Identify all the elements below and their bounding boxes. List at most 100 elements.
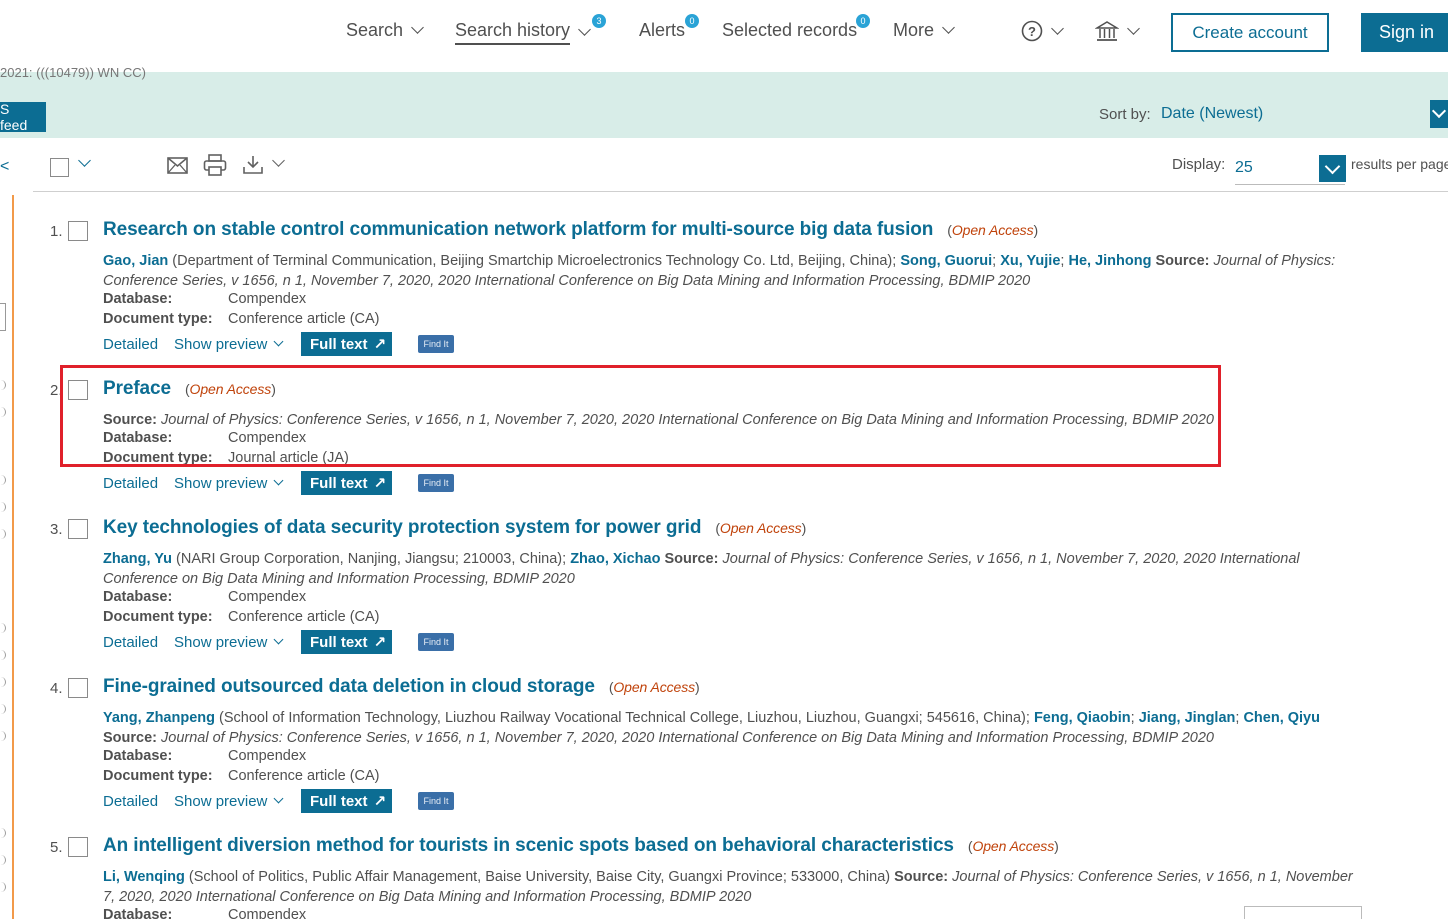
external-link-icon: ↗ [373, 336, 387, 353]
result-actions: Detailed Show preview Full text ↗ Find It [103, 471, 454, 495]
author-link[interactable]: Chen, Qiyu [1243, 710, 1320, 726]
author-link[interactable]: Zhao, Xichao [570, 551, 660, 567]
result-number: 5. [50, 839, 63, 856]
result-title-link[interactable]: Fine-grained outsourced data deletion in… [103, 676, 595, 697]
result-title-row: Key technologies of data security protec… [103, 517, 806, 539]
result-title-link[interactable]: Research on stable control communication… [103, 219, 933, 240]
result-authors-source: Yang, Zhanpeng (School of Information Te… [103, 708, 1373, 748]
show-preview-link[interactable]: Show preview [174, 475, 301, 492]
full-text-button[interactable]: Full text ↗ [301, 630, 392, 654]
select-all-checkbox[interactable] [50, 158, 69, 177]
open-access-label: (Open Access) [967, 838, 1059, 854]
show-preview-link[interactable]: Show preview [174, 336, 301, 353]
result-checkbox[interactable] [68, 837, 88, 857]
database-row: Database: Compendex [103, 907, 306, 919]
sign-in-button[interactable]: Sign in [1361, 13, 1448, 52]
source-label: Source: [894, 869, 949, 885]
find-it-button[interactable]: Find It [418, 335, 454, 353]
author-link[interactable]: Li, Wenqing [103, 869, 185, 885]
detailed-link[interactable]: Detailed [103, 336, 174, 353]
author-link[interactable]: He, Jinhong [1068, 253, 1151, 269]
show-preview-text: Show preview [174, 792, 268, 810]
detailed-link[interactable]: Detailed [103, 475, 174, 492]
floating-panel-edge[interactable] [1244, 906, 1362, 919]
full-text-label: Full text [310, 633, 368, 651]
find-it-button[interactable]: Find It [418, 792, 454, 810]
nav-alerts[interactable]: Alerts 0 [639, 14, 699, 41]
result-number: 1. [50, 223, 63, 240]
open-access-text: Open Access [951, 222, 1034, 238]
result-title-link[interactable]: An intelligent diversion method for tour… [103, 835, 954, 856]
database-row: Database: Compendex [103, 748, 306, 764]
institution-icon [1095, 21, 1119, 41]
query-fragment: 2021: (((10479)) WN CC) [0, 65, 146, 80]
search-banner: 2021: (((10479)) WN CC) S feed Sort by: … [0, 65, 1448, 138]
find-it-button[interactable]: Find It [418, 474, 454, 492]
author-link[interactable]: Jiang, Jinglan [1139, 710, 1236, 726]
rss-feed-button[interactable]: S feed [0, 101, 46, 133]
nav-selected-records[interactable]: Selected records 0 [722, 14, 870, 41]
print-icon[interactable] [203, 154, 227, 176]
author-link[interactable]: Feng, Qiaobin [1034, 710, 1131, 726]
result-checkbox[interactable] [68, 221, 88, 241]
create-account-button[interactable]: Create account [1171, 13, 1329, 52]
open-access-text: Open Access [613, 679, 696, 695]
selected-records-badge: 0 [856, 14, 870, 28]
nav-search-label: Search [346, 20, 404, 40]
institution-menu[interactable] [1095, 20, 1140, 42]
email-icon[interactable] [167, 157, 188, 174]
show-preview-link[interactable]: Show preview [174, 634, 301, 651]
show-preview-link[interactable]: Show preview [174, 793, 301, 810]
author-link[interactable]: Zhang, Yu [103, 551, 172, 567]
sort-dropdown-toggle[interactable] [1430, 100, 1448, 128]
result-title-link[interactable]: Key technologies of data security protec… [103, 517, 701, 538]
svg-text:?: ? [1028, 24, 1036, 39]
show-preview-text: Show preview [174, 474, 268, 492]
author-link[interactable]: Gao, Jian [103, 253, 168, 269]
detailed-link[interactable]: Detailed [103, 793, 174, 810]
display-dropdown-toggle[interactable] [1319, 155, 1346, 182]
nav-alerts-label: Alerts [639, 20, 686, 40]
result-title-row: Research on stable control communication… [103, 219, 1038, 241]
find-it-button[interactable]: Find It [418, 633, 454, 651]
external-link-icon: ↗ [373, 793, 387, 810]
author-link[interactable]: Xu, Yujie [1000, 253, 1060, 269]
full-text-label: Full text [310, 474, 368, 492]
download-icon[interactable] [242, 155, 264, 175]
open-access-text: Open Access [972, 838, 1055, 854]
author-link[interactable]: Song, Guorui [900, 253, 992, 269]
nav-more-label: More [893, 20, 935, 40]
sidebar-input-edge[interactable] [0, 303, 6, 331]
database-row: Database: Compendex [103, 291, 306, 307]
result-title-row: Fine-grained outsourced data deletion in… [103, 676, 700, 698]
nav-search-history[interactable]: Search history 3 [455, 14, 606, 45]
chevron-down-icon [1127, 21, 1140, 35]
database-label: Database: [103, 291, 173, 307]
detailed-link[interactable]: Detailed [103, 634, 174, 651]
nav-search[interactable]: Search [346, 20, 424, 41]
document-type-label: Document type: [103, 609, 213, 625]
sidebar-collapse-link[interactable]: < [0, 158, 9, 176]
nav-more[interactable]: More [893, 20, 955, 41]
result-authors-source: Li, Wenqing (School of Politics, Public … [103, 867, 1353, 907]
help-menu[interactable]: ? [1021, 20, 1064, 42]
source-label: Source: [1155, 253, 1210, 269]
open-access-label: (Open Access) [608, 679, 700, 695]
open-access-text: Open Access [719, 520, 802, 536]
search-history-badge: 3 [592, 14, 606, 28]
full-text-button[interactable]: Full text ↗ [301, 471, 392, 495]
result-checkbox[interactable] [68, 519, 88, 539]
author-link[interactable]: Yang, Zhanpeng [103, 710, 215, 726]
nav-search-history-label: Search history [455, 20, 571, 45]
full-text-button[interactable]: Full text ↗ [301, 332, 392, 356]
document-type-label: Document type: [103, 768, 213, 784]
result-checkbox[interactable] [68, 678, 88, 698]
sort-select[interactable]: Date (Newest) [1161, 105, 1263, 123]
result-title-row: An intelligent diversion method for tour… [103, 835, 1059, 857]
full-text-button[interactable]: Full text ↗ [301, 789, 392, 813]
full-text-label: Full text [310, 335, 368, 353]
result-number: 3. [50, 521, 63, 538]
result-actions: Detailed Show preview Full text ↗ Find It [103, 332, 454, 356]
nav-selected-records-label: Selected records [722, 20, 858, 40]
author-separator: ; [1130, 710, 1139, 726]
